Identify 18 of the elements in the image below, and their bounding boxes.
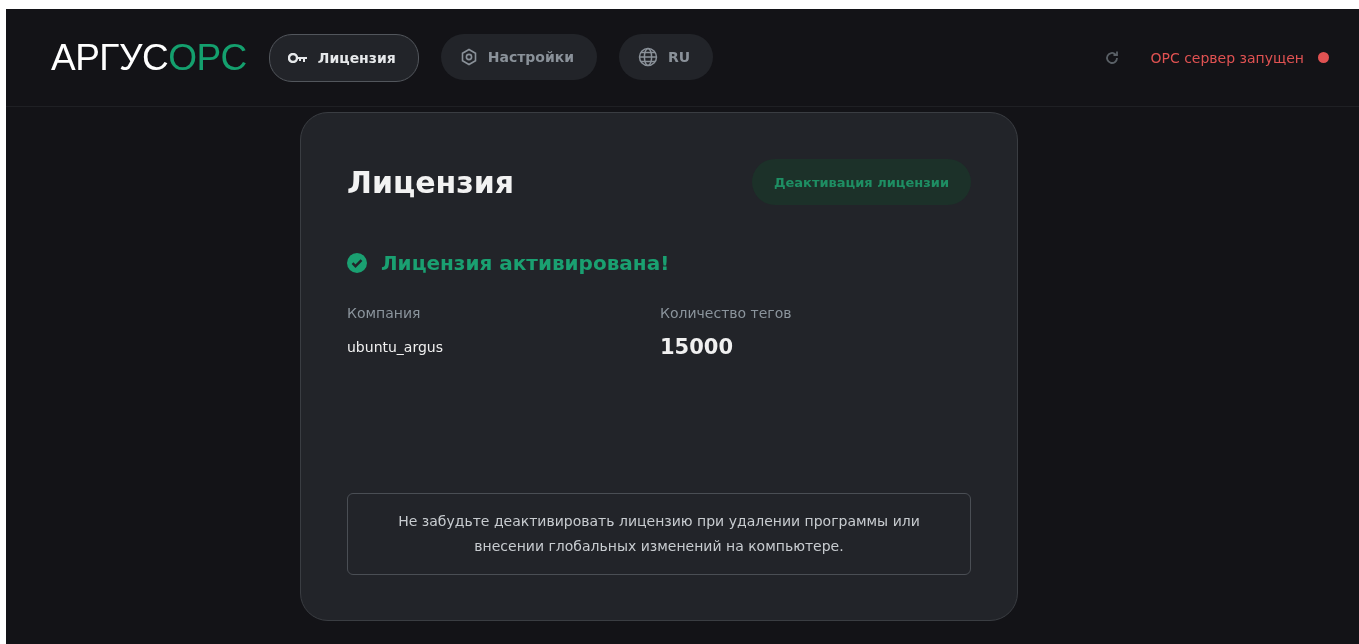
field-value: 15000: [660, 335, 735, 359]
activation-status-text: Лицензия активирована!: [381, 251, 670, 275]
key-icon: [287, 52, 308, 63]
settings-icon: [459, 47, 478, 66]
field-label: Количество тегов: [660, 305, 793, 321]
notice-text: Не забудьте деактивировать лицензию при удалении программы или внесении глобальных изменений на компьютере.: [347, 493, 971, 575]
card-title: Лицензия: [347, 164, 514, 200]
globe-icon: [638, 46, 659, 67]
nav-tab[interactable]: RU: [619, 33, 714, 80]
field-label: Компания: [347, 305, 422, 321]
nav-tab[interactable]: Лицензия: [268, 33, 419, 82]
nav-tab[interactable]: Настройки: [440, 33, 598, 80]
deactivate-button[interactable]: Деактивация лицензии: [751, 159, 971, 205]
logo-accent-text: OPC: [168, 36, 247, 79]
logo-text: АРГУС: [51, 36, 169, 79]
server-status-text: OPC сервер запущен: [1150, 49, 1304, 66]
refresh-icon[interactable]: [1104, 49, 1121, 66]
field-value: ubuntu_argus: [347, 339, 444, 355]
